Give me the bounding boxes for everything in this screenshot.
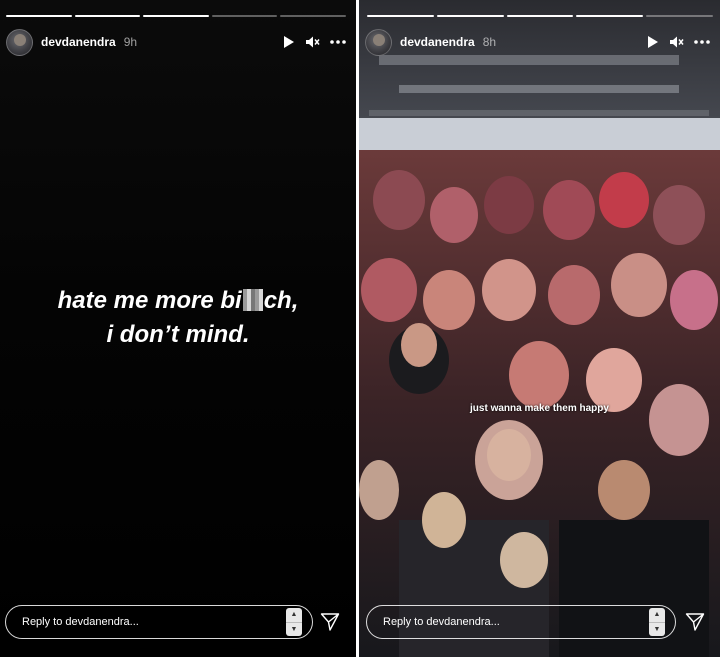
timestamp: 9h bbox=[123, 35, 138, 49]
censor-blur bbox=[242, 289, 263, 311]
caption-line-1-start: hate me more bi bbox=[57, 287, 242, 314]
progress-segment bbox=[506, 15, 574, 17]
username[interactable]: devdanendra bbox=[41, 35, 116, 49]
story-panel-right: devdanendra 8h just wanna make them happ… bbox=[359, 0, 720, 657]
group-photo bbox=[359, 0, 720, 657]
username[interactable]: devdanendra bbox=[400, 35, 475, 49]
caption-line-1-end: ch, bbox=[263, 287, 299, 314]
stepper-icon[interactable]: ▲ ▼ bbox=[286, 608, 302, 636]
story-caption: hate me more bi ch, i don’t mind. bbox=[0, 284, 356, 352]
reply-input[interactable]: Reply to devdanendra... ▲ ▼ bbox=[366, 605, 676, 639]
reply-input[interactable]: Reply to devdanendra... ▲ ▼ bbox=[5, 605, 313, 639]
story-panel-left: devdanendra 9h hate me more bi ch, i don’… bbox=[0, 0, 356, 657]
progress-segment bbox=[74, 15, 141, 17]
timestamp: 8h bbox=[482, 35, 497, 49]
story-header: devdanendra 9h bbox=[6, 28, 346, 56]
send-icon[interactable] bbox=[684, 611, 706, 633]
play-icon[interactable] bbox=[647, 35, 659, 49]
volume-muted-icon[interactable] bbox=[669, 35, 684, 49]
reply-placeholder: Reply to devdanendra... bbox=[22, 616, 139, 628]
progress-segment bbox=[211, 15, 278, 17]
more-options-icon[interactable] bbox=[694, 40, 710, 44]
caption-line-2: i don’t mind. bbox=[106, 321, 250, 348]
story-progress bbox=[367, 15, 713, 17]
story-controls bbox=[647, 35, 710, 49]
progress-segment bbox=[646, 15, 713, 17]
progress-segment bbox=[6, 15, 72, 17]
story-controls bbox=[283, 35, 346, 49]
progress-segment bbox=[436, 15, 504, 17]
story-progress bbox=[6, 15, 346, 17]
progress-segment bbox=[143, 15, 209, 17]
volume-muted-icon[interactable] bbox=[305, 35, 320, 49]
story-header: devdanendra 8h bbox=[365, 28, 710, 56]
send-icon[interactable] bbox=[319, 611, 341, 633]
avatar[interactable] bbox=[6, 28, 33, 56]
stepper-icon[interactable]: ▲ ▼ bbox=[649, 608, 665, 636]
progress-segment bbox=[367, 15, 434, 17]
avatar[interactable] bbox=[365, 28, 392, 56]
progress-segment bbox=[576, 15, 644, 17]
story-caption: just wanna make them happy bbox=[470, 403, 609, 414]
play-icon[interactable] bbox=[283, 35, 295, 49]
reply-placeholder: Reply to devdanendra... bbox=[383, 616, 500, 628]
progress-segment bbox=[280, 15, 346, 17]
more-options-icon[interactable] bbox=[330, 40, 346, 44]
